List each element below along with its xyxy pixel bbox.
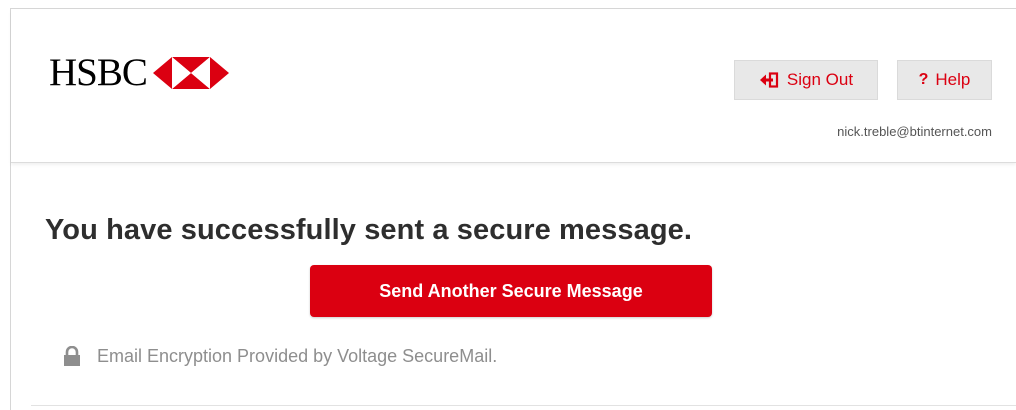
logo-text: HSBC xyxy=(49,51,148,94)
divider xyxy=(31,405,1016,406)
encryption-note: Email Encryption Provided by Voltage Sec… xyxy=(63,346,497,367)
header: HSBC Sign Out ? Help nick.treble@btinter… xyxy=(11,9,1016,163)
lock-icon xyxy=(63,346,81,367)
sign-out-button[interactable]: Sign Out xyxy=(734,60,878,100)
encryption-note-text: Email Encryption Provided by Voltage Sec… xyxy=(97,346,498,366)
hsbc-hexagon-icon xyxy=(152,56,229,89)
send-another-secure-message-button[interactable]: Send Another Secure Message xyxy=(310,265,712,317)
sign-out-label: Sign Out xyxy=(786,70,854,89)
page-frame: HSBC Sign Out ? Help nick.treble@btinter… xyxy=(10,8,1016,410)
help-label: Help xyxy=(935,70,971,89)
help-icon: ? xyxy=(918,71,929,88)
help-button[interactable]: ? Help xyxy=(897,60,992,100)
hsbc-logo: HSBC xyxy=(49,53,229,92)
sign-out-icon xyxy=(759,72,779,88)
user-email: nick.treble@btinternet.com xyxy=(837,124,992,139)
page-title: You have successfully sent a secure mess… xyxy=(45,214,693,246)
